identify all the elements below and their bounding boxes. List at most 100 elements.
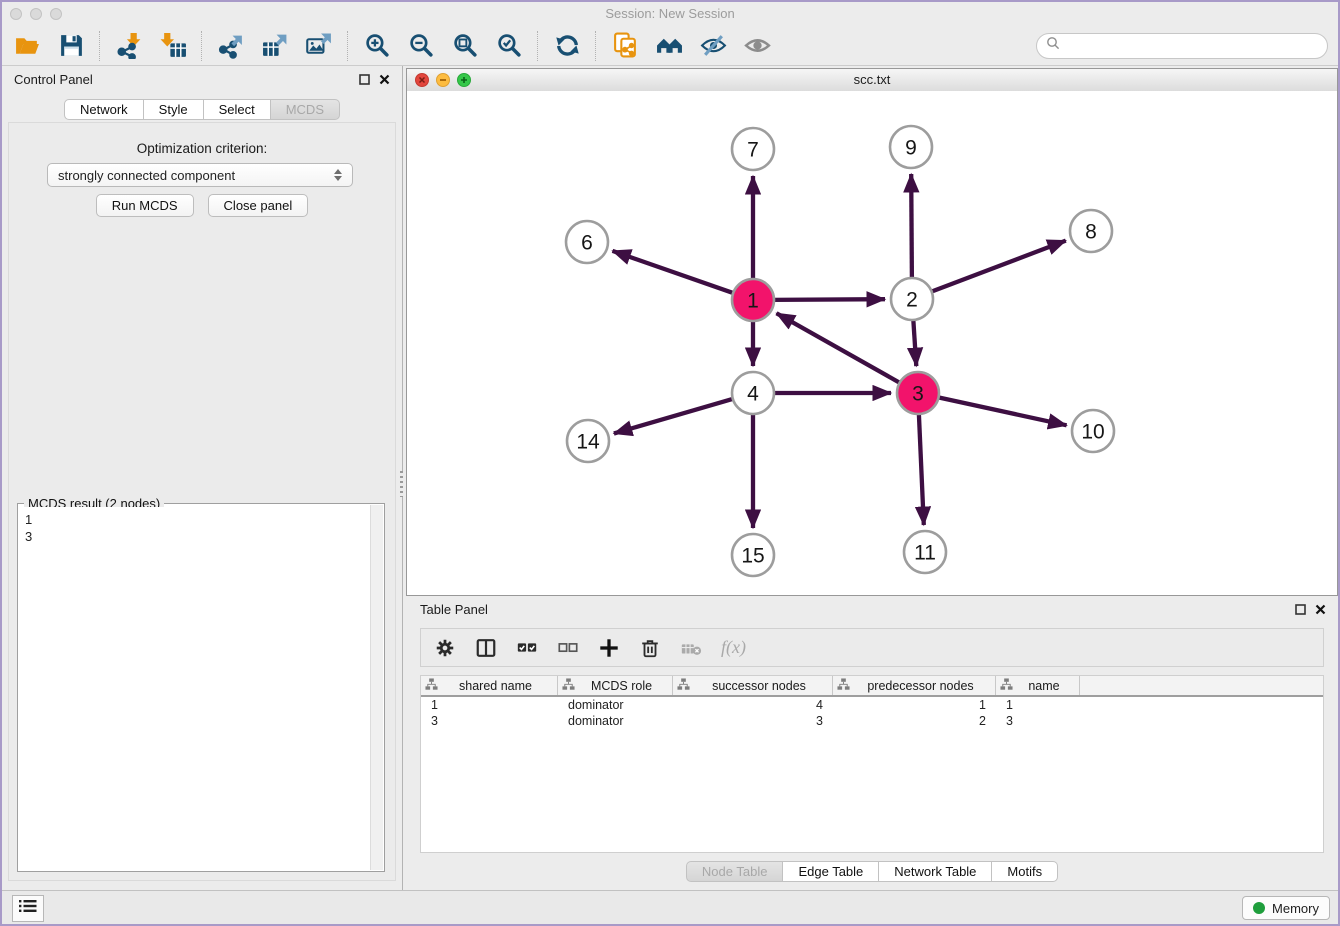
chevron-up-down-icon [334,169,342,181]
column-header-successor-nodes[interactable]: successor nodes [673,676,833,695]
toolbar-separator [537,31,539,61]
tab-network[interactable]: Network [64,99,144,120]
graph-node-label: 9 [905,137,917,160]
import-table-icon[interactable] [158,31,188,61]
graph-edge-3-1[interactable] [777,313,902,383]
open-file-icon[interactable] [12,31,42,61]
show-graphics-details-icon[interactable] [742,31,772,61]
table-cell[interactable]: dominator [558,698,673,712]
graph-edge-1-6[interactable] [613,251,736,294]
close-table-panel-icon[interactable] [1315,604,1326,615]
column-label: name [1013,679,1075,693]
tab-motifs[interactable]: Motifs [992,861,1058,882]
table-cell[interactable]: dominator [558,714,673,728]
home-icon[interactable] [654,31,684,61]
table-cell[interactable]: 4 [673,698,833,712]
export-image-icon[interactable] [304,31,334,61]
table-toolbar: f(x) [420,628,1324,667]
mcds-result-line: 1 [25,511,364,528]
zoom-out-icon[interactable] [406,31,436,61]
hierarchy-icon [677,678,690,694]
search-box[interactable] [1036,33,1328,59]
tab-node-table[interactable]: Node Table [686,861,784,882]
column-header-shared-name[interactable]: shared name [421,676,558,695]
table-cell[interactable]: 3 [421,714,558,728]
refresh-icon[interactable] [552,31,582,61]
graph-node-11[interactable]: 11 [904,531,946,573]
column-header-MCDS-role[interactable]: MCDS role [558,676,673,695]
graph-node-label: 2 [906,289,918,312]
float-table-panel-icon[interactable] [1295,604,1306,615]
graph-node-6[interactable]: 6 [566,221,608,263]
tab-network-table[interactable]: Network Table [879,861,992,882]
table-row[interactable]: 1dominator411 [421,697,1323,713]
mcds-result-text[interactable]: 13 [19,507,370,870]
export-network-icon[interactable] [216,31,246,61]
tab-edge-table[interactable]: Edge Table [783,861,879,882]
table-cell[interactable]: 2 [833,714,996,728]
create-column-icon[interactable] [598,637,620,659]
graph-node-9[interactable]: 9 [890,126,932,168]
graph-node-10[interactable]: 10 [1072,410,1114,452]
tab-mcds[interactable]: MCDS [271,99,340,120]
table-cell[interactable]: 1 [421,698,558,712]
graph-edge-4-14[interactable] [614,398,735,433]
save-session-icon[interactable] [56,31,86,61]
column-header-predecessor-nodes[interactable]: predecessor nodes [833,676,996,695]
graph-node-3[interactable]: 3 [897,372,939,414]
tab-select[interactable]: Select [204,99,271,120]
graph-edge-2-3[interactable] [913,318,916,366]
settings-gear-icon[interactable] [434,637,456,659]
graph-node-1[interactable]: 1 [732,279,774,321]
graph-node-7[interactable]: 7 [732,128,774,170]
copy-network-icon[interactable] [610,31,640,61]
toolbar-separator [595,31,597,61]
graph-edge-2-9[interactable] [911,174,912,280]
graph-node-15[interactable]: 15 [732,534,774,576]
task-history-button[interactable] [12,895,44,922]
search-input[interactable] [1066,37,1318,54]
zoom-in-icon[interactable] [362,31,392,61]
float-panel-icon[interactable] [359,74,370,85]
graph-edge-3-10[interactable] [937,397,1067,425]
close-panel-button[interactable]: Close panel [208,194,309,217]
close-panel-icon[interactable] [379,74,390,85]
split-columns-icon[interactable] [475,637,497,659]
column-label: successor nodes [690,679,828,693]
zoom-fit-icon[interactable] [450,31,480,61]
network-canvas[interactable]: 7 9 6 8 1 2 4 3 14 10 15 11 [407,91,1337,595]
table-cell[interactable]: 3 [996,714,1080,728]
table-row[interactable]: 3dominator323 [421,713,1323,729]
run-mcds-button[interactable]: Run MCDS [96,194,194,217]
graph-node-14[interactable]: 14 [567,420,609,462]
graph-node-4[interactable]: 4 [732,372,774,414]
import-network-icon[interactable] [114,31,144,61]
hierarchy-icon [562,678,575,694]
graph-edge-3-11[interactable] [919,412,924,525]
optimization-criterion-label: Optimization criterion: [9,141,395,156]
control-panel-title: Control Panel [14,72,93,87]
graph-node-label: 14 [576,431,600,454]
graph-edge-1-2[interactable] [772,299,885,300]
table-cell[interactable]: 3 [673,714,833,728]
network-window-titlebar[interactable]: scc.txt [407,69,1337,92]
splitter-grip[interactable] [400,471,403,497]
delete-columns-icon[interactable] [639,637,661,659]
table-cell[interactable]: 1 [996,698,1080,712]
criterion-dropdown[interactable]: strongly connected component [47,163,353,187]
memory-button[interactable]: Memory [1242,896,1330,920]
result-scrollbar[interactable] [370,505,383,870]
select-all-columns-icon[interactable] [516,637,538,659]
tab-style[interactable]: Style [144,99,204,120]
zoom-selected-icon[interactable] [494,31,524,61]
mcds-panel: Optimization criterion: strongly connect… [8,122,396,881]
export-table-icon[interactable] [260,31,290,61]
graph-node-2[interactable]: 2 [891,278,933,320]
unselect-all-columns-icon[interactable] [557,637,579,659]
mcds-result-line: 3 [25,528,364,545]
table-cell[interactable]: 1 [833,698,996,712]
graph-node-8[interactable]: 8 [1070,210,1112,252]
column-header-name[interactable]: name [996,676,1080,695]
hide-graphics-details-icon[interactable] [698,31,728,61]
graph-edge-2-8[interactable] [930,241,1066,293]
